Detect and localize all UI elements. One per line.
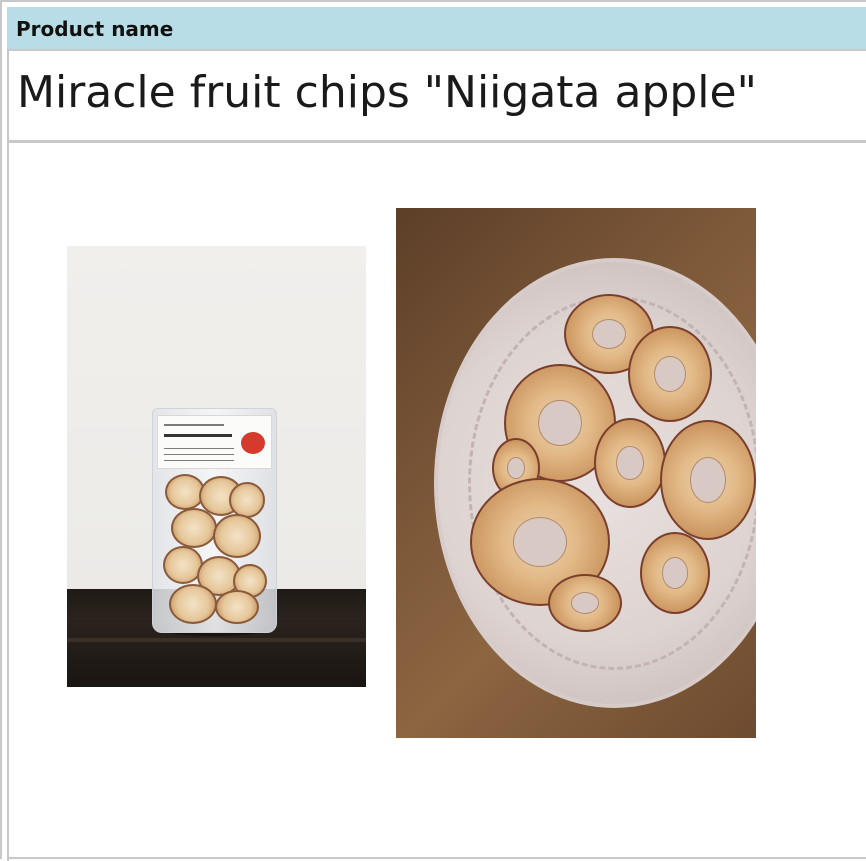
bag-chips xyxy=(163,474,267,624)
chip xyxy=(169,584,217,624)
product-bag-photo xyxy=(67,246,366,687)
header-label: Product name xyxy=(16,17,174,41)
header-row: Product name xyxy=(7,7,866,51)
bag-label-line xyxy=(164,448,234,449)
bag-label xyxy=(157,415,272,469)
product-table: Product name Miracle fruit chips "Niigat… xyxy=(0,0,866,861)
chip xyxy=(215,590,259,624)
bag-label-line xyxy=(164,424,224,426)
product-name: Miracle fruit chips "Niigata apple" xyxy=(17,67,757,118)
chip xyxy=(628,326,712,422)
chip-bag xyxy=(152,408,277,633)
bag-label-line xyxy=(164,454,234,455)
chip xyxy=(660,420,756,540)
chip xyxy=(229,482,265,518)
shelf-edge xyxy=(67,638,366,642)
chip xyxy=(171,508,217,548)
chip xyxy=(213,514,261,558)
plated-chips-photo xyxy=(396,208,756,738)
chip xyxy=(640,532,710,614)
bag-label-line xyxy=(164,460,234,461)
chip xyxy=(548,574,622,632)
product-name-row: Miracle fruit chips "Niigata apple" xyxy=(7,53,866,143)
apple-logo-icon xyxy=(241,432,265,454)
chip xyxy=(594,418,666,508)
bag-label-title-line xyxy=(164,434,232,437)
